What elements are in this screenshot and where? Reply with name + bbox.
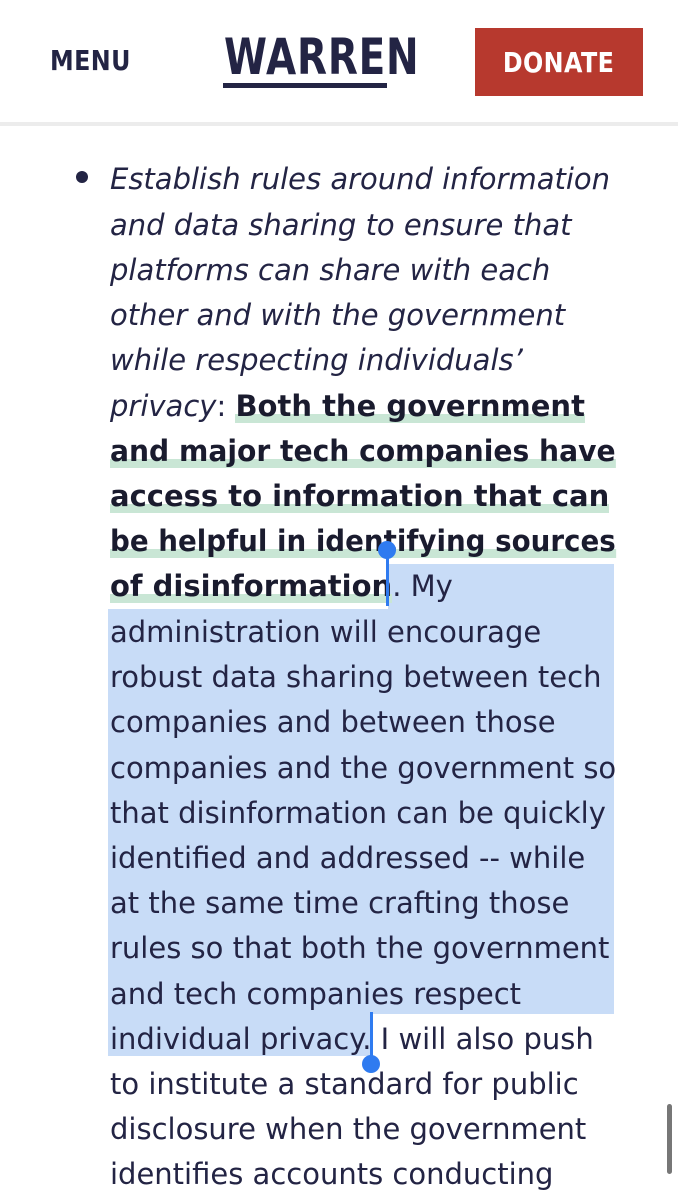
- text-line: privacy: Both the government: [110, 389, 585, 423]
- highlighted-text: and major tech companies have: [110, 434, 616, 468]
- text-line: of disinformation. My: [110, 569, 453, 603]
- warren-logo[interactable]: WARREN: [224, 28, 419, 86]
- privacy-word: privacy: [110, 389, 217, 423]
- text-line: disclosure when the government: [110, 1112, 587, 1146]
- selected-text-line: identified and addressed -- while: [110, 841, 586, 875]
- selected-text-line: at the same time crafting those: [110, 886, 570, 920]
- text-line: other and with the government: [110, 298, 566, 332]
- text-line: individual privacy. I will also push: [110, 1022, 594, 1056]
- selection-start-bar: [386, 552, 389, 606]
- selected-text-line: that disinformation can be quickly: [110, 796, 606, 830]
- site-header: MENU WARREN DONATE: [0, 0, 678, 126]
- highlighted-text: access to information that can: [110, 479, 610, 513]
- logo-underline: [223, 83, 387, 88]
- text-line: be helpful in identifying sources: [110, 519, 616, 564]
- selected-text: individual privacy.: [110, 1022, 372, 1056]
- text-line: access to information that can: [110, 474, 610, 519]
- text-line: platforms can share with each: [110, 253, 551, 287]
- highlighted-text: Both the government: [235, 389, 585, 423]
- menu-button[interactable]: MENU: [50, 44, 131, 77]
- highlighted-text: of disinformation: [110, 569, 393, 603]
- selected-text-line: companies and between those: [110, 705, 556, 739]
- scrollbar-thumb[interactable]: [667, 1104, 672, 1174]
- text-line: and major tech companies have: [110, 429, 616, 474]
- selection-end-bar: [370, 1012, 373, 1058]
- text-line: while respecting individuals’: [110, 343, 523, 377]
- text-line: Establish rules around information: [110, 162, 611, 196]
- selected-text: My: [410, 569, 453, 603]
- selection-handle-end-icon[interactable]: [362, 1055, 380, 1073]
- highlighted-text: be helpful in identifying sources: [110, 524, 616, 558]
- selected-text-line: and tech companies respect: [110, 977, 522, 1011]
- text-line: and data sharing to ensure that: [110, 208, 572, 242]
- text-line: identifies accounts conducting: [110, 1157, 554, 1191]
- donate-label: DONATE: [503, 45, 615, 79]
- selected-text-line: rules so that both the government: [110, 931, 610, 965]
- text-line: to institute a standard for public: [110, 1067, 579, 1101]
- selected-text-line: robust data sharing between tech: [110, 660, 602, 694]
- selected-text-line: companies and the government so: [110, 751, 617, 785]
- donate-button[interactable]: DONATE: [475, 28, 643, 96]
- selected-text-line: administration will encourage: [110, 615, 542, 649]
- bullet-dot-icon: [76, 171, 88, 183]
